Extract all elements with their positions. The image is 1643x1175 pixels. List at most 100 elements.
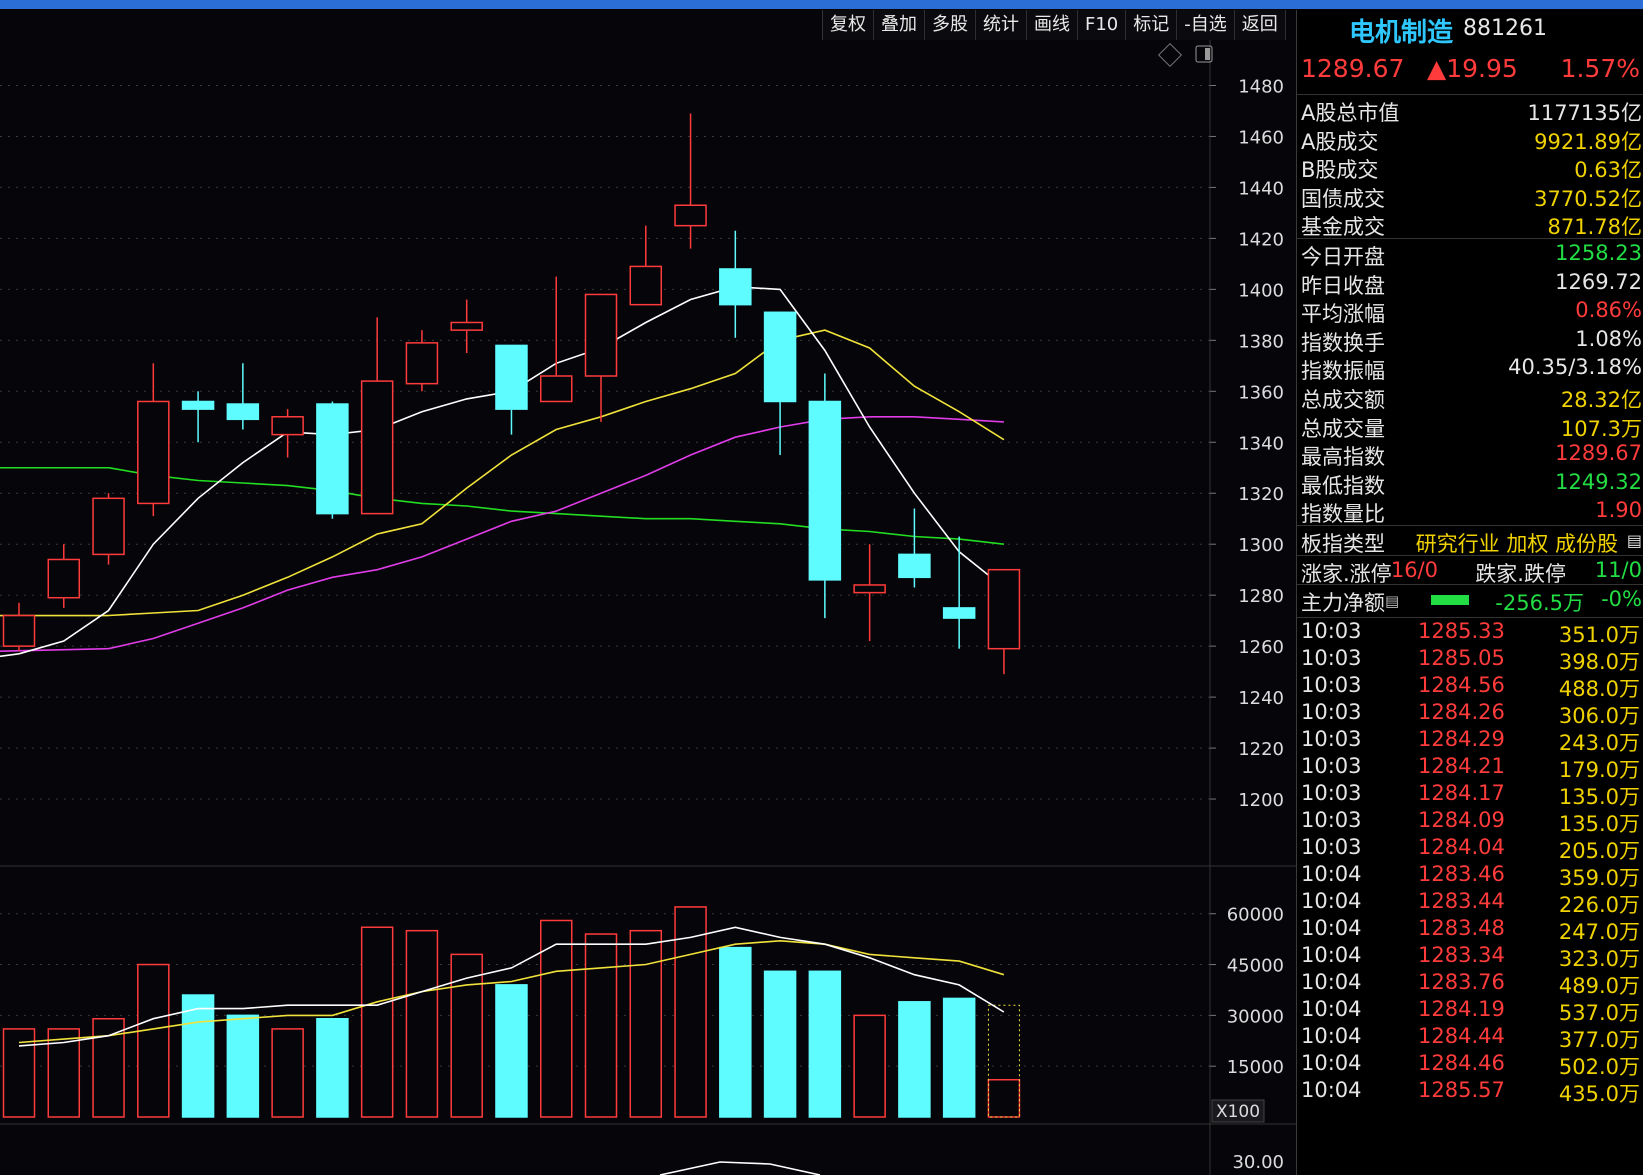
updown-row: 涨家.涨停 16/0 跌家.跌停 11/0 (1297, 556, 1643, 586)
toolbar-button-3[interactable]: 统计 (976, 10, 1027, 40)
stat-row: A股总市值 1177135亿 (1297, 95, 1643, 125)
toolbar-button-2[interactable]: 多股 (925, 10, 976, 40)
volume-tick-label: 15000 (1227, 1057, 1284, 1078)
tick-row: 10:04 1284.19 537.0万 (1297, 996, 1643, 1025)
stat-value: 9921.89亿 (1534, 129, 1642, 154)
volume-bar (316, 1017, 349, 1118)
tick-price: 1283.44 (1418, 889, 1505, 914)
tick-price: 1284.19 (1418, 997, 1505, 1022)
toolbar-button-0[interactable]: 复权 (823, 10, 874, 40)
tick-time: 10:03 (1301, 781, 1362, 806)
tick-price: 1284.26 (1418, 700, 1505, 725)
tick-row: 10:03 1284.29 243.0万 (1297, 726, 1643, 755)
tick-price: 1284.29 (1418, 727, 1505, 752)
stat-label: 基金成交 (1301, 215, 1385, 240)
tick-price: 1284.46 (1418, 1051, 1505, 1076)
stat-label: 平均涨幅 (1301, 302, 1385, 327)
stat-row: 最低指数 1249.32 (1297, 468, 1643, 498)
candle-body (405, 342, 439, 385)
stat-value: 1258.23 (1555, 240, 1642, 265)
stat-row: 昨日收盘 1269.72 (1297, 268, 1643, 298)
tick-row: 10:03 1285.33 351.0万 (1297, 618, 1643, 647)
toolbar-button-6[interactable]: 标记 (1126, 10, 1178, 40)
tick-time: 10:04 (1301, 1078, 1362, 1103)
tick-row: 10:04 1284.44 377.0万 (1297, 1023, 1643, 1052)
tick-price: 1284.44 (1418, 1024, 1505, 1049)
stat-label: 最高指数 (1301, 445, 1385, 470)
board-type-row: 板指类型 研究行业 加权 成份股 ▤ (1297, 526, 1643, 556)
tick-row: 10:03 1284.56 488.0万 (1297, 672, 1643, 701)
kline-chart-area[interactable]: 1200 1220 1240 1260 1280 1300 1320 1340 1360 1380… (0, 0, 1296, 1175)
stat-row: 基金成交 871.78亿 (1297, 209, 1643, 240)
stat-label: A股成交 (1301, 129, 1379, 154)
stat-label: 总成交额 (1301, 387, 1385, 412)
tick-price: 1284.09 (1418, 808, 1505, 833)
tick-time: 10:03 (1301, 673, 1362, 698)
tick-time: 10:04 (1301, 997, 1362, 1022)
candle-body (2, 614, 36, 647)
stat-value: 107.3万 (1560, 416, 1642, 441)
tick-row: 10:04 1283.48 247.0万 (1297, 915, 1643, 944)
stat-label: 指数量比 (1301, 502, 1385, 527)
flow-detail-icon[interactable]: ▤ (1385, 592, 1399, 610)
candle-body (539, 375, 573, 403)
toolbar-button-7[interactable]: -自选 (1177, 10, 1235, 40)
tick-time: 10:04 (1301, 970, 1362, 995)
stat-value: 0.63亿 (1574, 158, 1642, 183)
volume-bar (405, 929, 439, 1118)
board-type-value[interactable]: 研究行业 加权 成份股 (1416, 528, 1618, 558)
candle-body (808, 400, 842, 581)
tick-row: 10:04 1283.76 489.0万 (1297, 969, 1643, 998)
updown-label: 涨家.涨停 (1301, 561, 1392, 586)
tick-row: 10:03 1284.21 179.0万 (1297, 753, 1643, 782)
candle-body (181, 400, 215, 410)
tick-time: 10:03 (1301, 646, 1362, 671)
volume-bar (898, 1001, 931, 1118)
tick-time: 10:04 (1301, 916, 1362, 941)
tick-row: 10:03 1284.09 135.0万 (1297, 807, 1643, 836)
tick-time: 10:03 (1301, 754, 1362, 779)
tick-price: 1285.57 (1418, 1078, 1505, 1103)
stat-row: 指数量比 1.90 (1297, 496, 1643, 527)
toolbar-button-1[interactable]: 叠加 (874, 10, 925, 40)
tick-time: 10:04 (1301, 1024, 1362, 1049)
change-percent: 1.57% (1560, 54, 1640, 83)
tick-time: 10:04 (1301, 862, 1362, 887)
candle-body (987, 568, 1021, 650)
stat-label: 指数换手 (1301, 330, 1385, 355)
board-type-label: 板指类型 (1301, 531, 1385, 556)
stat-value: 1269.72 (1555, 269, 1642, 294)
toolbar-button-5[interactable]: F10 (1078, 10, 1127, 40)
toolbar-button-8[interactable]: 返回 (1235, 10, 1286, 40)
tick-time: 10:03 (1301, 808, 1362, 833)
price-tick-label: 1320 (1238, 484, 1284, 505)
volume-bar (360, 926, 394, 1118)
stat-label: 指数振幅 (1301, 359, 1385, 384)
stat-value: 0.86% (1575, 298, 1642, 323)
stat-row: A股成交 9921.89亿 (1297, 124, 1643, 154)
price-tick-label: 1460 (1238, 127, 1284, 148)
volume-bar (629, 929, 663, 1118)
tick-row: 10:04 1283.46 359.0万 (1297, 861, 1643, 890)
tick-list[interactable]: 10:03 1285.33 351.0万 10:03 1285.05 398.0万 10:0… (1297, 618, 1643, 1106)
tick-price: 1284.04 (1418, 835, 1505, 860)
volume-bar (226, 1014, 260, 1118)
tick-price: 1285.05 (1418, 646, 1505, 671)
quote-row: 1289.67 ▲19.95 1.57% (1297, 44, 1643, 95)
candle-body (137, 400, 170, 505)
volume-bar (763, 970, 797, 1118)
price-tick-label: 1200 (1238, 790, 1284, 811)
stat-label: 国债成交 (1301, 186, 1385, 211)
candle-body (360, 380, 394, 515)
candle-body (316, 403, 349, 515)
tick-row: 10:03 1285.05 398.0万 (1297, 645, 1643, 674)
tick-price: 1284.21 (1418, 754, 1505, 779)
stat-value: 3770.52亿 (1534, 186, 1642, 211)
stat-row: 国债成交 3770.52亿 (1297, 181, 1643, 211)
toolbar-button-4[interactable]: 画线 (1027, 10, 1078, 40)
volume-bar (271, 1028, 304, 1118)
list-icon[interactable]: ▤ (1627, 531, 1642, 550)
stat-row: 今日开盘 1258.23 (1297, 239, 1643, 269)
last-price: 1289.67 (1301, 54, 1405, 83)
main-flow-row: 主力净额 ▤ -256.5万 -0% (1297, 585, 1643, 619)
